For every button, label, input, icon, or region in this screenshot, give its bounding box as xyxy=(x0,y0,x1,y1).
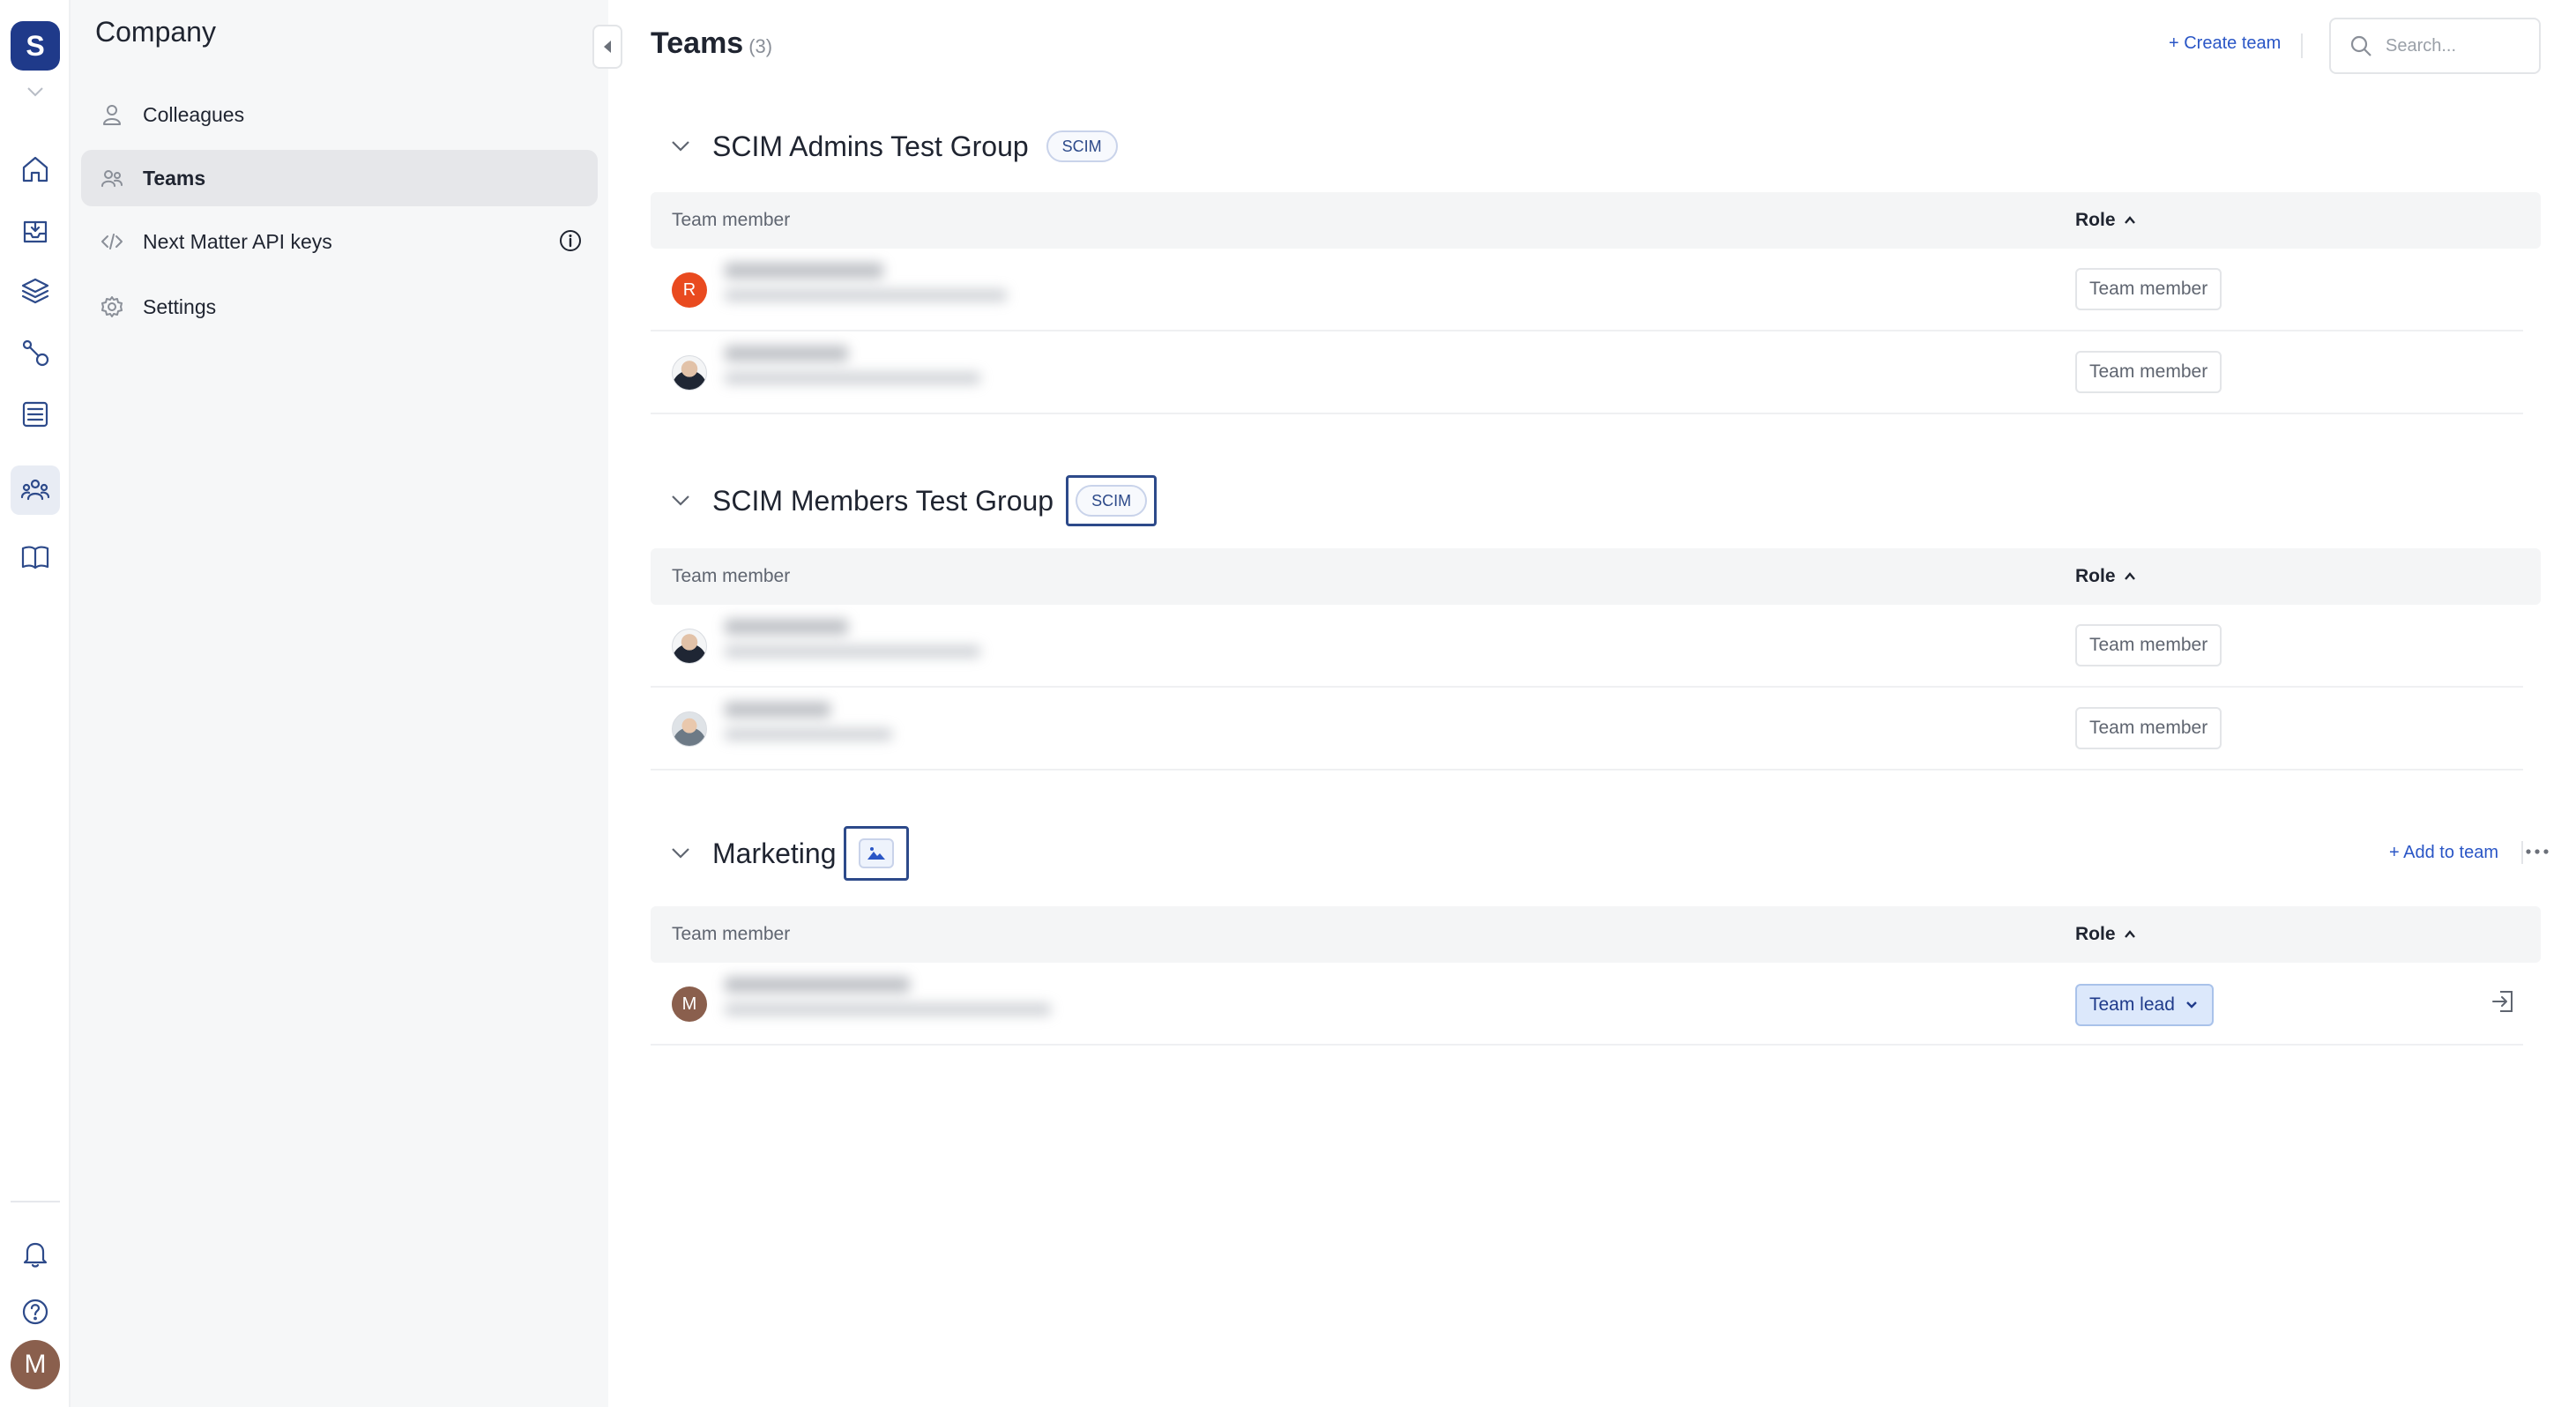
column-header-role[interactable]: Role xyxy=(2075,924,2137,945)
column-header-member: Team member xyxy=(672,210,791,230)
sidebar-item-colleagues[interactable]: Colleagues xyxy=(81,86,598,143)
image-icon[interactable] xyxy=(858,838,894,868)
info-icon[interactable] xyxy=(557,227,584,254)
icon-rail: S M xyxy=(0,0,71,1407)
table-row: Team member xyxy=(651,605,2541,688)
table-row: Team member xyxy=(651,688,2541,770)
member-name-redacted xyxy=(725,619,980,658)
column-header-member: Team member xyxy=(672,566,791,586)
table-header: Team member Role xyxy=(651,548,2541,605)
role-header-label: Role xyxy=(2075,210,2116,230)
code-icon xyxy=(99,228,125,255)
sort-asc-icon xyxy=(2124,216,2135,224)
sidebar-item-api-keys[interactable]: Next Matter API keys xyxy=(81,213,598,270)
workflow-icon[interactable] xyxy=(11,328,60,377)
team-icon-highlight xyxy=(843,826,909,881)
sidebar-item-label: Teams xyxy=(143,166,206,190)
main-content: Teams(3) + Create team SCIM Admins Test … xyxy=(608,0,2576,1407)
avatar xyxy=(672,355,707,391)
header-divider xyxy=(2301,34,2303,58)
sidebar-item-label: Colleagues xyxy=(143,102,245,126)
help-icon[interactable] xyxy=(11,1287,60,1336)
sidebar-item-label: Next Matter API keys xyxy=(143,229,332,253)
scim-badge-highlight: SCIM xyxy=(1066,475,1158,526)
rail-divider xyxy=(11,1201,60,1202)
role-badge: Team member xyxy=(2075,351,2222,393)
user-avatar[interactable]: M xyxy=(11,1340,60,1389)
role-header-label: Role xyxy=(2075,924,2116,944)
table-row: R Team member xyxy=(651,249,2541,331)
avatar: M xyxy=(672,986,707,1022)
avatar xyxy=(672,629,707,664)
member-name-redacted xyxy=(725,977,1051,1016)
inbox-icon[interactable] xyxy=(11,206,60,256)
page-title: Teams (3) xyxy=(651,26,772,61)
sort-asc-icon xyxy=(2124,572,2135,580)
role-dropdown[interactable]: Team lead xyxy=(2075,984,2214,1026)
create-team-button[interactable]: + Create team xyxy=(2169,34,2281,54)
member-name-redacted xyxy=(725,346,980,384)
role-badge: Team member xyxy=(2075,624,2222,666)
company-sidebar: Company Colleagues Teams Next Matter API… xyxy=(71,0,608,1407)
role-dropdown-value: Team lead xyxy=(2089,994,2175,1015)
user-icon xyxy=(99,101,125,128)
chevron-down-icon[interactable] xyxy=(663,836,698,871)
team-name[interactable]: SCIM Members Test Group xyxy=(712,485,1053,517)
reports-icon[interactable] xyxy=(11,390,60,439)
chevron-down-icon xyxy=(2186,1001,2197,1009)
book-icon[interactable] xyxy=(11,532,60,582)
search-box[interactable] xyxy=(2329,18,2541,74)
search-icon xyxy=(2350,35,2371,56)
scim-badge: SCIM xyxy=(1076,485,1148,517)
role-badge: Team member xyxy=(2075,268,2222,310)
member-name-redacted xyxy=(725,263,1007,302)
role-header-label: Role xyxy=(2075,566,2116,586)
avatar xyxy=(672,711,707,747)
more-options-icon[interactable] xyxy=(2520,834,2555,869)
sidebar-item-settings[interactable]: Settings xyxy=(81,279,598,335)
team-name[interactable]: Marketing xyxy=(712,838,837,870)
avatar: R xyxy=(672,272,707,308)
leave-team-icon[interactable] xyxy=(2490,987,2518,1016)
role-badge: Team member xyxy=(2075,707,2222,749)
sort-asc-icon xyxy=(2124,930,2135,938)
gear-icon xyxy=(99,294,125,320)
chevron-down-icon[interactable] xyxy=(663,483,698,518)
column-header-role[interactable]: Role xyxy=(2075,210,2137,231)
add-to-team-button[interactable]: + Add to team xyxy=(2389,843,2498,863)
sidebar-item-teams[interactable]: Teams xyxy=(81,150,598,206)
table-row: Team member xyxy=(651,331,2541,414)
table-header: Team member Role xyxy=(651,906,2541,963)
table-row: M Team lead xyxy=(651,963,2541,1046)
bell-icon[interactable] xyxy=(11,1229,60,1278)
table-header: Team member Role xyxy=(651,192,2541,249)
company-icon[interactable] xyxy=(11,465,60,515)
sidebar-title: Company xyxy=(95,16,216,48)
team-count: (3) xyxy=(748,35,773,57)
home-icon[interactable] xyxy=(11,145,60,194)
layers-icon[interactable] xyxy=(11,266,60,316)
chevron-down-icon[interactable] xyxy=(23,83,48,100)
chevron-down-icon[interactable] xyxy=(663,129,698,164)
users-icon xyxy=(99,165,125,191)
page-title-text: Teams xyxy=(651,26,744,60)
search-input[interactable] xyxy=(2386,35,2518,56)
member-name-redacted xyxy=(725,702,892,741)
column-header-member: Team member xyxy=(672,924,791,944)
column-header-role[interactable]: Role xyxy=(2075,566,2137,587)
team-name[interactable]: SCIM Admins Test Group xyxy=(712,130,1029,163)
scim-badge: SCIM xyxy=(1046,130,1118,162)
sidebar-item-label: Settings xyxy=(143,294,217,318)
workspace-logo[interactable]: S xyxy=(11,21,60,71)
